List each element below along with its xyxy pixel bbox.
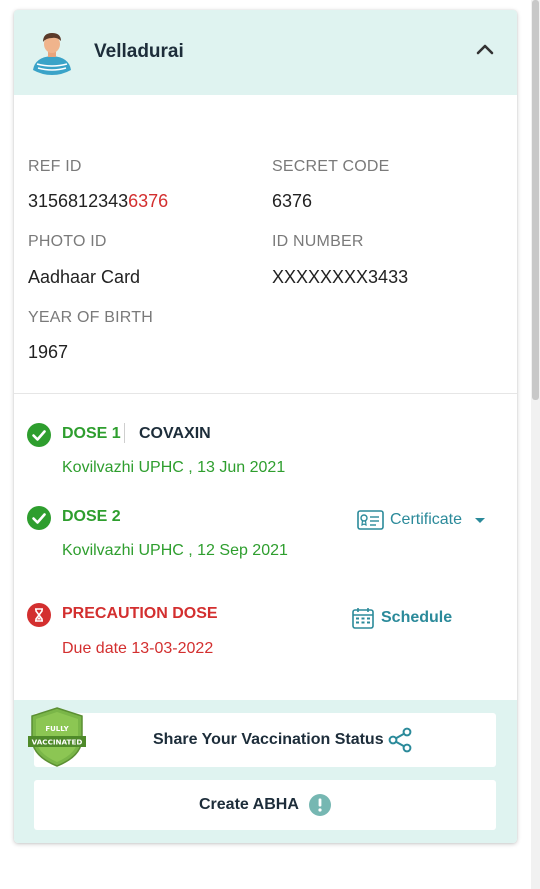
certificate-label: Certificate xyxy=(390,511,463,528)
beneficiary-name: Velladurai xyxy=(94,41,184,62)
calendar-icon xyxy=(352,608,374,629)
dose2-details: Kovilvazhi UPHC , 12 Sep 2021 xyxy=(62,542,288,559)
create-abha-button[interactable]: Create ABHA xyxy=(34,780,496,830)
id-number-label: ID NUMBER xyxy=(272,233,364,250)
info-icon[interactable] xyxy=(309,794,331,816)
certificate-icon xyxy=(357,510,384,530)
id-number-value: XXXXXXXX3433 xyxy=(272,267,409,287)
photo-id-value: Aadhaar Card xyxy=(28,267,141,287)
share-status-label: Share Your Vaccination Status xyxy=(153,731,384,748)
ref-id-prefix: 3156812343 xyxy=(28,191,129,211)
scrollbar-thumb[interactable] xyxy=(532,0,539,400)
check-circle-icon xyxy=(27,423,51,447)
chevron-up-icon[interactable] xyxy=(473,38,497,62)
dose1-title: DOSE 1 xyxy=(62,425,121,442)
create-abha-label: Create ABHA xyxy=(199,796,299,813)
check-circle-icon xyxy=(27,506,51,530)
dose2-title: DOSE 2 xyxy=(62,508,121,525)
caret-down-icon xyxy=(475,518,486,523)
card-footer: Share Your Vaccination Status FULLY VACC… xyxy=(14,700,517,843)
divider xyxy=(14,393,517,394)
badge-line2: VACCINATED xyxy=(32,738,83,747)
secret-code-value: 6376 xyxy=(272,191,313,211)
avatar xyxy=(28,27,76,75)
secret-code-label: SECRET CODE xyxy=(272,158,390,175)
ref-id-value: 31568123436376 xyxy=(28,191,168,212)
photo-id-label: PHOTO ID xyxy=(28,233,107,250)
share-icon xyxy=(388,727,412,753)
beneficiary-card: Velladurai REF ID 31568123436376 SECRET … xyxy=(14,10,517,843)
certificate-button[interactable]: Certificate xyxy=(357,506,490,534)
schedule-button[interactable]: Schedule xyxy=(351,604,452,632)
yob-label: YEAR OF BIRTH xyxy=(28,309,153,326)
card-header[interactable]: Velladurai xyxy=(14,10,517,95)
dose1-vaccine: COVAXIN xyxy=(139,425,211,442)
dose1-details: Kovilvazhi UPHC , 13 Jun 2021 xyxy=(62,459,286,476)
yob-value: 1967 xyxy=(28,342,69,362)
dose1-separator xyxy=(124,423,125,443)
ref-id-label: REF ID xyxy=(28,158,82,175)
fully-vaccinated-badge: FULLY VACCINATED xyxy=(28,707,86,767)
ref-id-suffix: 6376 xyxy=(128,191,169,211)
badge-line1: FULLY xyxy=(45,725,69,733)
precaution-title: PRECAUTION DOSE xyxy=(62,605,218,622)
precaution-due-date: Due date 13-03-2022 xyxy=(62,640,214,657)
schedule-label: Schedule xyxy=(381,609,453,626)
share-status-button[interactable]: Share Your Vaccination Status xyxy=(34,713,496,767)
hourglass-icon xyxy=(27,603,51,627)
